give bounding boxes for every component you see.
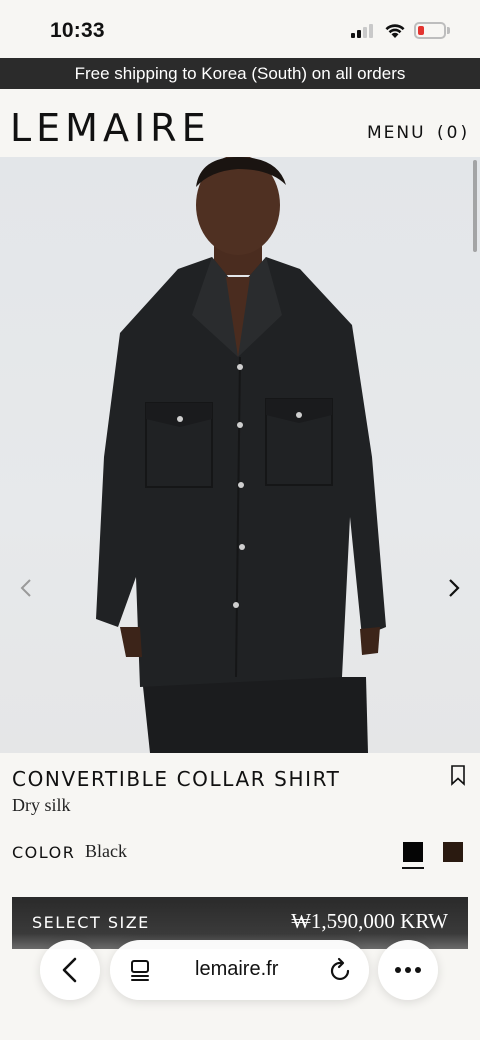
product-photo bbox=[96, 157, 386, 753]
chevron-right-icon[interactable] bbox=[441, 575, 467, 601]
bookmark-icon[interactable] bbox=[449, 764, 467, 786]
color-swatch-black[interactable] bbox=[403, 842, 423, 862]
brand-logo[interactable]: LEMAIRE bbox=[10, 109, 211, 147]
cart-button[interactable]: (0) bbox=[437, 123, 470, 143]
browser-toolbar: lemaire.fr bbox=[0, 940, 480, 1040]
color-label: COLOR bbox=[12, 843, 76, 862]
color-swatch-brown[interactable] bbox=[443, 842, 463, 862]
promo-banner: Free shipping to Korea (South) on all or… bbox=[0, 58, 480, 89]
selected-swatch-indicator bbox=[402, 867, 424, 869]
page-scrollbar[interactable] bbox=[473, 160, 477, 252]
ellipsis-icon bbox=[395, 967, 421, 973]
status-bar: 10:33 bbox=[0, 0, 480, 58]
more-button[interactable] bbox=[378, 940, 438, 1000]
tabs-icon[interactable] bbox=[130, 958, 152, 982]
battery-cap bbox=[447, 27, 450, 34]
battery-icon bbox=[414, 22, 446, 39]
product-image-carousel[interactable] bbox=[0, 157, 480, 753]
product-title: CONVERTIBLE COLLAR SHIRT bbox=[12, 767, 341, 791]
url-text: lemaire.fr bbox=[195, 958, 279, 980]
select-size-label: SELECT SIZE bbox=[32, 913, 150, 932]
address-bar[interactable]: lemaire.fr bbox=[110, 940, 369, 1000]
product-price: ₩1,590,000 KRW bbox=[291, 909, 448, 933]
chevron-left-icon bbox=[62, 957, 77, 983]
status-time: 10:33 bbox=[50, 19, 105, 42]
back-button[interactable] bbox=[40, 940, 100, 1000]
reload-icon[interactable] bbox=[329, 957, 353, 983]
product-material: Dry silk bbox=[12, 795, 71, 815]
cellular-signal-icon bbox=[351, 24, 375, 38]
site-header: LEMAIRE MENU (0) bbox=[0, 89, 480, 157]
color-value: Black bbox=[85, 841, 127, 861]
menu-button[interactable]: MENU bbox=[367, 123, 426, 143]
wifi-icon bbox=[385, 24, 405, 38]
chevron-left-icon[interactable] bbox=[14, 575, 40, 601]
